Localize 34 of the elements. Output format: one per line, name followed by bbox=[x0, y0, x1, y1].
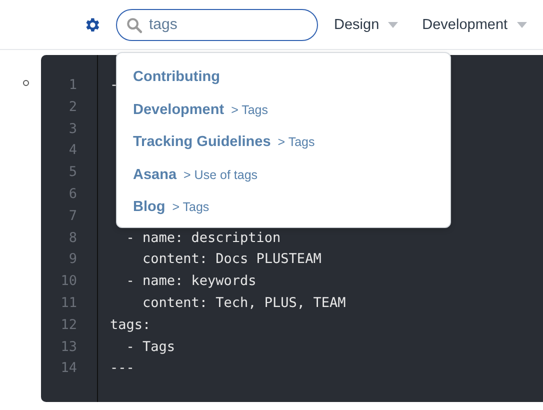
line-number: 11 bbox=[60, 294, 78, 313]
code-line: tags: bbox=[110, 316, 151, 333]
search-result[interactable]: Asana > Use of tags bbox=[117, 160, 450, 192]
search-result[interactable]: Development > Tags bbox=[117, 94, 450, 127]
line-number: 6 bbox=[68, 184, 78, 204]
search-result[interactable]: Tracking Guidelines > Tags bbox=[117, 127, 450, 160]
code-line: --- bbox=[110, 360, 134, 376]
line-number: 8 bbox=[68, 228, 78, 248]
code-line: - name: description bbox=[125, 230, 281, 246]
nav-link[interactable]: Development bbox=[422, 16, 508, 32]
line-number: 9 bbox=[68, 250, 78, 270]
line-number: 14 bbox=[60, 359, 78, 378]
code-line: content: Docs PLUSTEAM bbox=[142, 251, 322, 268]
line-number: 7 bbox=[68, 206, 78, 226]
nav-link[interactable]: Design bbox=[334, 16, 380, 32]
search-result[interactable]: Contributing bbox=[117, 62, 450, 94]
line-number: 10 bbox=[60, 272, 78, 292]
line-number: 3 bbox=[68, 120, 78, 139]
line-number: 5 bbox=[68, 163, 78, 182]
code-line: content: Tech, PLUS, TEAM bbox=[142, 294, 346, 311]
bullet-icon bbox=[23, 80, 29, 86]
code-line: - bbox=[110, 77, 118, 93]
caret-icon[interactable] bbox=[388, 22, 398, 28]
search-field[interactable]: tags bbox=[116, 8, 318, 40]
code-line: - name: keywords bbox=[125, 273, 256, 290]
search-icon bbox=[126, 16, 143, 34]
search-result[interactable]: Blog > Tags bbox=[117, 192, 450, 224]
line-number: 13 bbox=[60, 338, 78, 357]
code-line: - Tags bbox=[125, 338, 176, 355]
caret-icon[interactable] bbox=[516, 22, 527, 28]
line-number: 2 bbox=[68, 98, 78, 117]
line-number: 12 bbox=[60, 316, 78, 335]
line-number: 4 bbox=[68, 141, 78, 160]
line-number: 1 bbox=[68, 76, 78, 95]
